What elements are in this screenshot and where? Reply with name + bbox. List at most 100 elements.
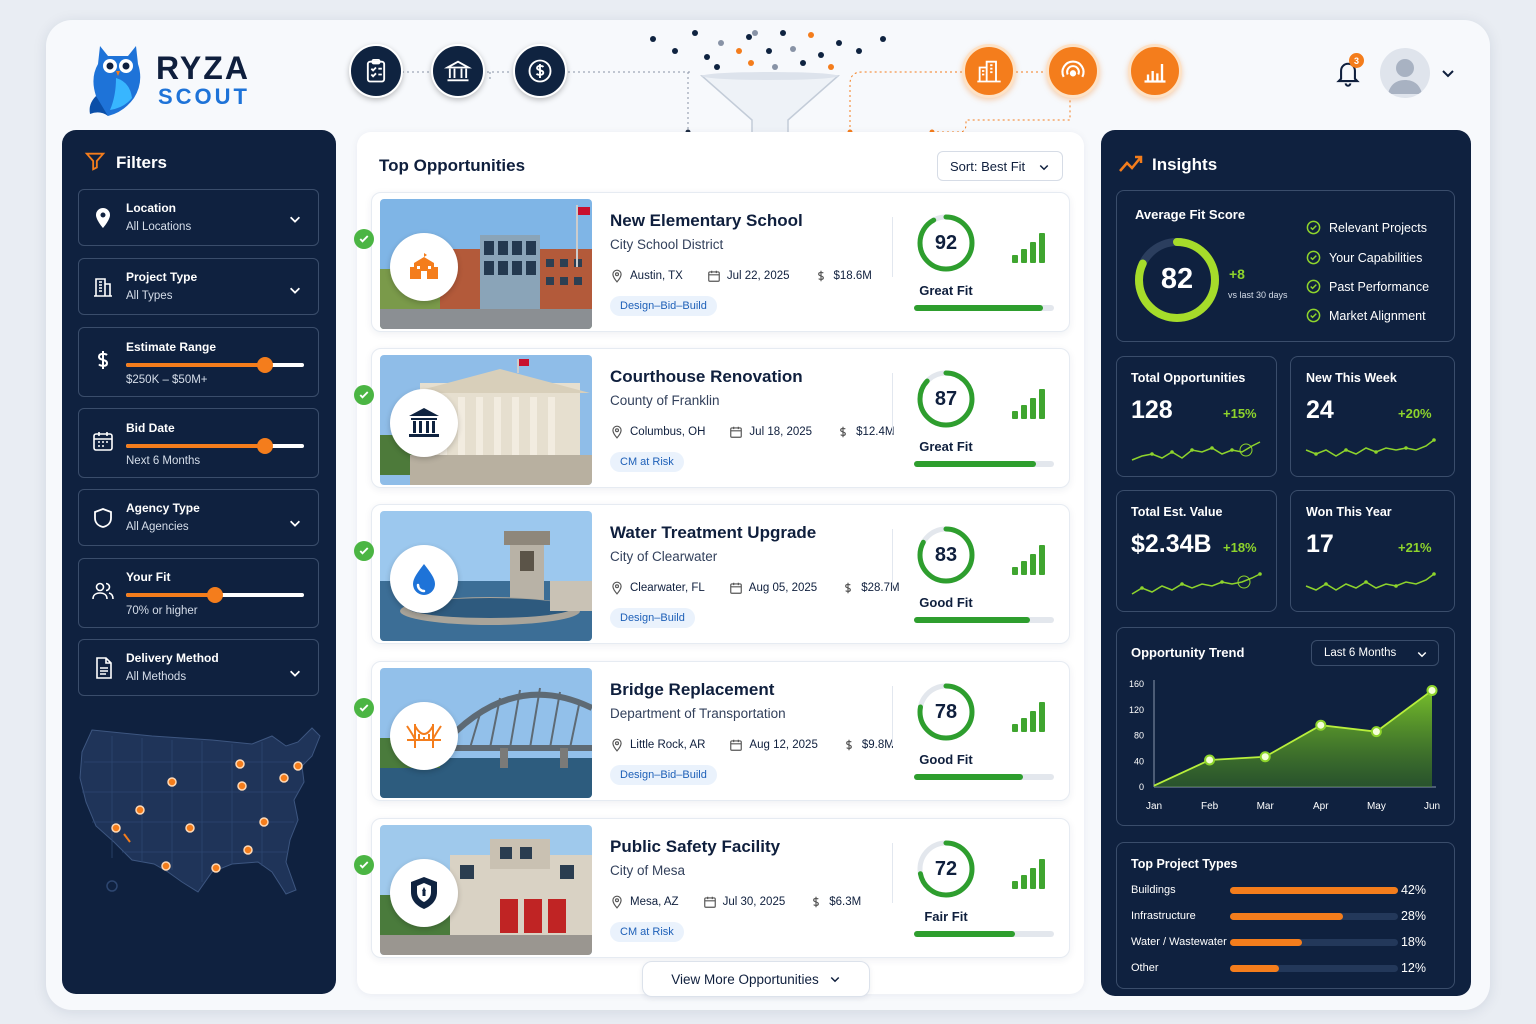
chevron-down-icon[interactable] <box>288 283 302 297</box>
view-more-button[interactable]: View More Opportunities <box>642 961 870 997</box>
project-type-bar <box>1230 939 1398 946</box>
trend-range-dropdown[interactable]: Last 6 Months <box>1311 640 1439 666</box>
us-map[interactable] <box>72 722 324 902</box>
opportunity-value: $12.4M <box>856 426 895 438</box>
opportunity-card[interactable]: New Elementary School City School Distri… <box>354 192 1070 332</box>
filter-value: $250K – $50M+ <box>126 374 208 386</box>
calendar-icon <box>708 270 720 282</box>
insights-title: Insights <box>1152 155 1218 174</box>
opportunity-title[interactable]: Bridge Replacement <box>610 680 774 700</box>
chevron-down-icon <box>1417 651 1427 658</box>
check-circle-icon <box>1306 279 1321 294</box>
project-type-row: Infrastructure 28% <box>1131 908 1441 926</box>
trend-chart[interactable]: 0 40 80 120 160 Jan Feb Mar Apr May Jun <box>1124 672 1442 820</box>
check-icon[interactable] <box>354 698 374 718</box>
filter-bid-date[interactable]: Bid Date Next 6 Months <box>78 408 319 478</box>
opportunity-location: Mesa, AZ <box>630 896 679 908</box>
fit-label: Good Fit <box>919 595 973 610</box>
filter-project-type[interactable]: Project Type All Types <box>78 258 319 315</box>
avg-fit-score: 82 <box>1160 263 1194 295</box>
kpi-value: 128 <box>1131 396 1173 424</box>
filter-agency-type[interactable]: Agency Type All Agencies <box>78 489 319 546</box>
avg-fit-delta: +8 <box>1229 266 1245 282</box>
filter-label: Agency Type <box>126 501 200 515</box>
filter-estimate-range[interactable]: Estimate Range $250K – $50M+ <box>78 327 319 397</box>
location-pin-icon <box>612 738 622 752</box>
chevron-down-icon[interactable] <box>288 212 302 226</box>
filter-label: Project Type <box>126 270 198 284</box>
building-icon <box>94 278 112 297</box>
bank-icon[interactable] <box>431 44 485 98</box>
trend-point[interactable] <box>1426 684 1438 696</box>
check-icon[interactable] <box>354 229 374 249</box>
clipboard-icon[interactable] <box>349 44 403 98</box>
opportunity-title[interactable]: New Elementary School <box>610 211 803 231</box>
chevron-down-icon[interactable] <box>288 516 302 530</box>
trend-point[interactable] <box>1259 751 1271 763</box>
opportunity-date: Jul 18, 2025 <box>749 426 813 438</box>
trend-line-icon <box>1119 155 1143 172</box>
check-icon[interactable] <box>354 385 374 405</box>
bar-chart-icon[interactable] <box>1128 44 1182 98</box>
avatar[interactable] <box>1380 48 1430 98</box>
radar-icon[interactable] <box>1046 44 1100 98</box>
opportunity-card[interactable]: Public Safety Facility City of Mesa Mesa… <box>354 818 1070 958</box>
y-tick-label: 160 <box>1129 679 1144 689</box>
filter-label: Bid Date <box>126 421 175 435</box>
filter-delivery-method[interactable]: Delivery Method All Methods <box>78 639 319 696</box>
opportunity-card[interactable]: Water Treatment Upgrade City of Clearwat… <box>354 504 1070 644</box>
fit-slider[interactable] <box>126 587 304 603</box>
project-type-pct: 18% <box>1400 935 1426 949</box>
opportunity-value: $6.3M <box>829 896 862 908</box>
chevron-down-icon[interactable] <box>288 666 302 680</box>
notification-badge: 3 <box>1349 53 1364 68</box>
dollar-sign-icon <box>845 739 852 751</box>
filter-value: 70% or higher <box>126 605 198 617</box>
delivery-tag[interactable]: CM at Risk <box>610 922 684 942</box>
filter-icon <box>84 152 106 171</box>
opportunity-agency: County of Franklin <box>610 393 720 408</box>
location-pin-icon <box>612 425 622 439</box>
dollar-icon[interactable] <box>513 44 567 98</box>
fit-label: Great Fit <box>919 283 973 298</box>
divider <box>892 843 893 903</box>
check-icon[interactable] <box>354 541 374 561</box>
chevron-down-icon[interactable] <box>1440 65 1456 81</box>
factor-item: Relevant Projects <box>1306 220 1427 235</box>
opportunity-location: Clearwater, FL <box>630 582 705 594</box>
kpi-delta: +21% <box>1398 540 1432 555</box>
opportunity-title[interactable]: Public Safety Facility <box>610 837 780 857</box>
delivery-tag[interactable]: CM at Risk <box>610 452 684 472</box>
opportunity-value: $9.8M <box>861 739 894 751</box>
sort-dropdown[interactable]: Sort: Best Fit <box>937 151 1063 181</box>
trend-point[interactable] <box>1370 726 1382 738</box>
project-type-bar <box>1230 965 1398 972</box>
filter-your-fit[interactable]: Your Fit 70% or higher <box>78 558 319 628</box>
filter-label: Your Fit <box>126 570 171 584</box>
delivery-tag[interactable]: Design–Build <box>610 608 695 628</box>
delivery-tag[interactable]: Design–Bid–Build <box>610 296 717 316</box>
check-circle-icon <box>1306 308 1321 323</box>
divider <box>892 217 893 277</box>
delivery-tag[interactable]: Design–Bid–Build <box>610 765 717 785</box>
filter-location[interactable]: Location All Locations <box>78 189 319 246</box>
opportunity-title[interactable]: Water Treatment Upgrade <box>610 523 816 543</box>
trend-point[interactable] <box>1204 754 1216 766</box>
fit-bar <box>914 461 1054 467</box>
shield-outline-icon <box>94 508 112 528</box>
buildings-icon[interactable] <box>962 44 1016 98</box>
opportunity-card[interactable]: Bridge Replacement Department of Transpo… <box>354 661 1070 801</box>
trend-point[interactable] <box>1315 719 1327 731</box>
opportunity-card[interactable]: Courthouse Renovation County of Franklin… <box>354 348 1070 488</box>
document-icon <box>96 657 112 679</box>
y-tick-label: 120 <box>1129 705 1144 715</box>
signal-strength-icon <box>1012 702 1045 732</box>
check-circle-icon <box>1306 250 1321 265</box>
opportunity-title[interactable]: Courthouse Renovation <box>610 367 803 387</box>
estimate-slider[interactable] <box>126 357 304 373</box>
factor-item: Market Alignment <box>1306 308 1426 323</box>
check-icon[interactable] <box>354 855 374 875</box>
x-tick-label: Jan <box>1146 801 1162 812</box>
bid-date-slider[interactable] <box>126 438 304 454</box>
kpi-delta: +15% <box>1223 406 1257 421</box>
